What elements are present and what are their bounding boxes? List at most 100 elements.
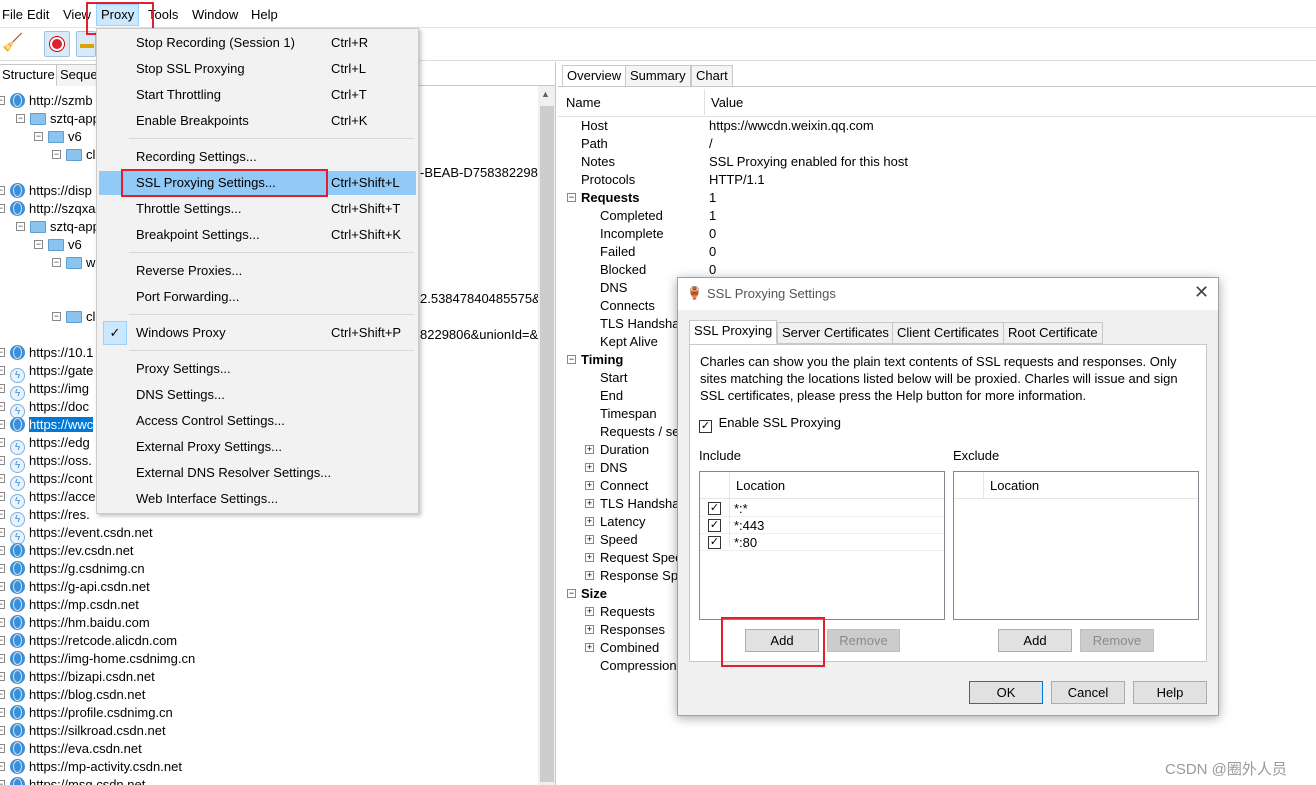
expand-toggle-icon[interactable]: − (0, 546, 5, 555)
tree-row[interactable]: − w (52, 254, 95, 272)
expand-toggle-icon[interactable]: − (0, 726, 5, 735)
expand-toggle-icon[interactable]: − (0, 96, 5, 105)
expand-toggle-icon[interactable]: + (585, 463, 594, 472)
collapse-toggle-icon[interactable]: − (567, 589, 576, 598)
tree-row[interactable]: − https://mp.csdn.net (0, 596, 139, 614)
menu-edit[interactable]: Edit (25, 5, 51, 25)
expand-toggle-icon[interactable]: − (0, 672, 5, 681)
expand-toggle-icon[interactable]: − (34, 240, 43, 249)
expand-toggle-icon[interactable]: + (585, 517, 594, 526)
tree-row[interactable]: − https://mp-activity.csdn.net (0, 758, 182, 776)
expand-toggle-icon[interactable]: − (0, 564, 5, 573)
tree-row[interactable]: − https://g-api.csdn.net (0, 578, 150, 596)
expand-toggle-icon[interactable]: − (0, 402, 5, 411)
exclude-list[interactable]: Location (953, 471, 1199, 620)
tab-server-certificates[interactable]: Server Certificates (777, 322, 894, 344)
close-icon[interactable]: ✕ (1194, 282, 1209, 303)
tree-row[interactable]: −ϟhttps://acce (0, 488, 95, 509)
tab-client-certificates[interactable]: Client Certificates (892, 322, 1004, 344)
tree-row[interactable]: − cl (52, 308, 95, 326)
overview-row[interactable]: Incomplete 0 (558, 225, 1316, 243)
tree-row[interactable]: − https://10.1 (0, 344, 93, 362)
menu-item-start-throttling[interactable]: Start Throttling Ctrl+T (99, 83, 416, 107)
menu-item-web-interface-settings[interactable]: Web Interface Settings... (99, 487, 416, 511)
tree-row[interactable]: − https://msg.csdn.net (0, 776, 145, 785)
tree-row[interactable]: − https://wwc (0, 416, 94, 434)
expand-toggle-icon[interactable]: − (0, 492, 5, 501)
expand-toggle-icon[interactable]: + (585, 571, 594, 580)
menu-window[interactable]: Window (190, 5, 240, 25)
include-location-row[interactable]: ✓ *:80 (700, 534, 944, 551)
expand-toggle-icon[interactable]: − (0, 582, 5, 591)
tree-row[interactable]: −ϟhttps://edg (0, 434, 90, 455)
menu-item-stop-ssl-proxying[interactable]: Stop SSL Proxying Ctrl+L (99, 57, 416, 81)
scroll-up-arrow-icon[interactable]: ▲ (541, 89, 550, 99)
tree-row[interactable]: − https://disp (0, 182, 92, 200)
menu-item-external-dns-resolver-settings[interactable]: External DNS Resolver Settings... (99, 461, 416, 485)
expand-toggle-icon[interactable]: − (52, 312, 61, 321)
expand-toggle-icon[interactable]: − (52, 258, 61, 267)
expand-toggle-icon[interactable]: − (0, 348, 5, 357)
collapse-toggle-icon[interactable]: − (567, 355, 576, 364)
expand-toggle-icon[interactable]: − (0, 528, 5, 537)
tree-row[interactable]: − v6 (34, 128, 82, 146)
enable-ssl-proxying-checkbox[interactable]: ✓ (699, 420, 712, 433)
menu-item-proxy-settings[interactable]: Proxy Settings... (99, 357, 416, 381)
menu-item-port-forwarding[interactable]: Port Forwarding... (99, 285, 416, 309)
expand-toggle-icon[interactable]: − (16, 114, 25, 123)
tree-row[interactable]: −ϟhttps://img (0, 380, 89, 401)
expand-toggle-icon[interactable]: − (0, 636, 5, 645)
expand-toggle-icon[interactable]: + (585, 481, 594, 490)
tree-row[interactable]: 8229806&unionId=& (420, 326, 538, 344)
collapse-toggle-icon[interactable]: − (567, 193, 576, 202)
tree-row[interactable]: − https://retcode.alicdn.com (0, 632, 177, 650)
tab-ssl-proxying[interactable]: SSL Proxying (689, 320, 778, 344)
expand-toggle-icon[interactable]: − (0, 744, 5, 753)
expand-toggle-icon[interactable]: + (585, 445, 594, 454)
tree-row[interactable]: − https://bizapi.csdn.net (0, 668, 155, 686)
tree-row[interactable]: 2.53847840485575& (420, 290, 538, 308)
tree-row[interactable]: − https://ev.csdn.net (0, 542, 134, 560)
tree-row[interactable]: −ϟhttps://gate (0, 362, 93, 383)
overview-row[interactable]: Path / (558, 135, 1316, 153)
tree-row[interactable]: -BEAB-D7583822980 (420, 164, 538, 182)
tree-row[interactable]: − cl (52, 146, 95, 164)
record-button[interactable] (44, 31, 70, 57)
expand-toggle-icon[interactable]: + (585, 625, 594, 634)
expand-toggle-icon[interactable]: − (0, 690, 5, 699)
menu-item-breakpoint-settings[interactable]: Breakpoint Settings... Ctrl+Shift+K (99, 223, 416, 247)
menu-item-windows-proxy[interactable]: ✓ Windows Proxy Ctrl+Shift+P (99, 321, 416, 345)
tab-root-certificate[interactable]: Root Certificate (1003, 322, 1103, 344)
include-remove-button[interactable]: Remove (827, 629, 900, 652)
overview-row[interactable]: Failed 0 (558, 243, 1316, 261)
menu-item-dns-settings[interactable]: DNS Settings... (99, 383, 416, 407)
overview-row[interactable]: − Requests 1 (558, 189, 1316, 207)
include-list[interactable]: Location ✓ *:* ✓ *:443 ✓ *:80 (699, 471, 945, 620)
expand-toggle-icon[interactable]: − (0, 600, 5, 609)
tree-row[interactable]: − http://szmb (0, 92, 93, 110)
broom-icon[interactable]: 🧹 (2, 33, 23, 53)
tree-row[interactable]: − https://hm.baidu.com (0, 614, 150, 632)
tree-row[interactable]: − https://eva.csdn.net (0, 740, 142, 758)
tab-structure[interactable]: Structure (0, 64, 59, 86)
expand-toggle-icon[interactable]: − (0, 474, 5, 483)
include-location-row[interactable]: ✓ *:443 (700, 517, 944, 534)
tree-row[interactable]: −ϟhttps://res. (0, 506, 90, 527)
expand-toggle-icon[interactable]: − (0, 204, 5, 213)
tree-row[interactable]: −ϟhttps://doc (0, 398, 89, 419)
menu-help[interactable]: Help (249, 5, 280, 25)
exclude-add-button[interactable]: Add (998, 629, 1072, 652)
expand-toggle-icon[interactable]: − (0, 186, 5, 195)
menu-item-external-proxy-settings[interactable]: External Proxy Settings... (99, 435, 416, 459)
expand-toggle-icon[interactable]: + (585, 499, 594, 508)
menu-item-stop-recording-session-1[interactable]: Stop Recording (Session 1) Ctrl+R (99, 31, 416, 55)
tree-row[interactable]: −ϟhttps://event.csdn.net (0, 524, 153, 545)
include-location-checkbox[interactable]: ✓ (708, 519, 721, 532)
tree-row[interactable]: −ϟhttps://oss. (0, 452, 92, 473)
ok-button[interactable]: OK (969, 681, 1043, 704)
expand-toggle-icon[interactable]: − (0, 762, 5, 771)
menu-item-recording-settings[interactable]: Recording Settings... (99, 145, 416, 169)
tree-row[interactable]: − https://profile.csdnimg.cn (0, 704, 173, 722)
expand-toggle-icon[interactable]: − (0, 438, 5, 447)
overview-row[interactable]: Notes SSL Proxying enabled for this host (558, 153, 1316, 171)
